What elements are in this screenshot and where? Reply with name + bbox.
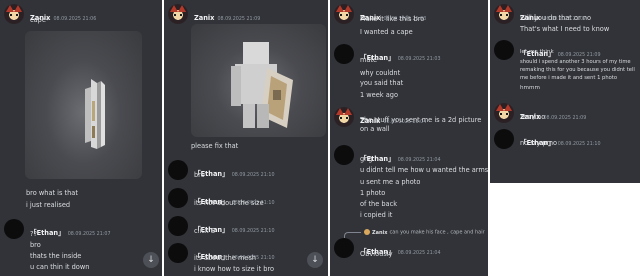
message-text: i just realised — [26, 201, 71, 209]
message-text: its about the mesh — [194, 254, 257, 262]
message-text: u didnt tell me how u wanted the arms — [360, 166, 488, 174]
avatar[interactable] — [334, 44, 354, 64]
message-text: no sry pmo — [520, 139, 558, 147]
image-attachment[interactable] — [25, 31, 142, 179]
message-text: u can thin it down — [30, 263, 90, 271]
chat-panel-1: Zanix 08.09.2025 21:06 cape* bro what is … — [0, 0, 162, 276]
message-text: Make it like this bro — [360, 15, 425, 23]
message-text: Obviously — [360, 250, 393, 258]
timestamp: 08.09.2025 21:10 — [231, 229, 275, 234]
reply-text: can you make his face , cape and hair — [389, 229, 485, 236]
avatar[interactable] — [494, 129, 514, 149]
avatar — [364, 229, 370, 235]
timestamp: 08.09.2025 21:10 — [231, 173, 275, 178]
image-attachment[interactable] — [191, 24, 326, 137]
timestamp: 08.09.2025 21:04 — [397, 158, 441, 163]
avatar[interactable] — [4, 4, 24, 24]
timestamp: 08.09.2025 21:06 — [53, 17, 97, 22]
message-text: Will you do that or no — [520, 14, 592, 22]
avatar[interactable] — [494, 4, 514, 24]
timestamp: 08.09.2025 21:10 — [557, 142, 601, 147]
message-text: i copied it — [360, 211, 393, 219]
message-text: its not about the size — [194, 199, 264, 207]
message-text: thats the inside — [30, 252, 82, 260]
chat-panel-2: Zanix 08.09.2025 21:09 please fix that 「E… — [164, 0, 328, 276]
message-text: cape* — [30, 16, 50, 24]
message-text: That's what I need to know — [520, 25, 610, 33]
message-text: of the back — [360, 200, 398, 208]
reply-reference[interactable]: Zanix can you make his face , cape and ha… — [364, 229, 485, 236]
message-text: mate — [360, 56, 378, 64]
avatar[interactable] — [494, 103, 514, 123]
message-text: gng — [360, 155, 373, 163]
message-text: The stuff you sent me is a 2d picture on… — [360, 116, 482, 133]
avatar[interactable] — [168, 4, 188, 24]
author-name[interactable]: Zanix — [194, 14, 214, 22]
message-text: you said that — [360, 79, 404, 87]
avatar[interactable] — [334, 145, 354, 165]
message-text: bro what is that — [26, 189, 78, 197]
arrow-down-icon: ↓ — [311, 255, 319, 265]
avatar[interactable] — [334, 238, 354, 258]
message-text: ?? — [30, 230, 37, 238]
message-text: 1 photo — [360, 189, 386, 197]
message-text: should i spend another 3 hours of my tim… — [520, 59, 635, 81]
reply-author: Zanix — [372, 229, 388, 236]
message-text: please fix that — [191, 142, 239, 150]
arrow-down-icon: ↓ — [147, 255, 155, 265]
message-text: 1 week ago — [360, 91, 398, 99]
message-text: bro — [194, 171, 205, 179]
timestamp: 08.09.2025 21:09 — [543, 116, 587, 121]
avatar[interactable] — [168, 243, 188, 263]
message-text: let me think — [520, 49, 554, 55]
avatar[interactable] — [334, 4, 354, 24]
message-text: i know how to size it bro — [194, 265, 275, 273]
timestamp: 08.09.2025 21:03 — [397, 57, 441, 62]
avatar[interactable] — [494, 40, 514, 60]
timestamp: 08.09.2025 21:09 — [217, 17, 261, 22]
timestamp: 08.09.2025 21:04 — [397, 251, 441, 256]
message-text: I wanted a cape — [360, 28, 413, 36]
message-text: u sent me a photo — [360, 178, 421, 186]
reply-connector — [344, 232, 361, 238]
jump-to-bottom-button[interactable]: ↓ — [307, 252, 323, 268]
avatar[interactable] — [168, 188, 188, 208]
avatar[interactable] — [168, 216, 188, 236]
avatar[interactable] — [4, 219, 24, 239]
message-text: hmmm — [520, 85, 540, 91]
message-text: bro — [30, 241, 41, 249]
cape-model-image — [85, 79, 105, 149]
message-text: Yes / no — [520, 113, 546, 121]
chat-panel-4: Zanix 08.09.2025 21:07 Will you do that o… — [490, 0, 640, 183]
avatar[interactable] — [334, 107, 354, 127]
timestamp: 08.09.2025 21:07 — [67, 232, 111, 237]
jump-to-bottom-button[interactable]: ↓ — [143, 252, 159, 268]
message-text: why couldnt — [360, 69, 401, 77]
avatar-model-image — [231, 42, 293, 128]
chat-panel-3: Zanix 08.09.2025 21:03 Make it like this … — [330, 0, 488, 276]
message-text: click S — [194, 227, 216, 235]
avatar[interactable] — [168, 160, 188, 180]
